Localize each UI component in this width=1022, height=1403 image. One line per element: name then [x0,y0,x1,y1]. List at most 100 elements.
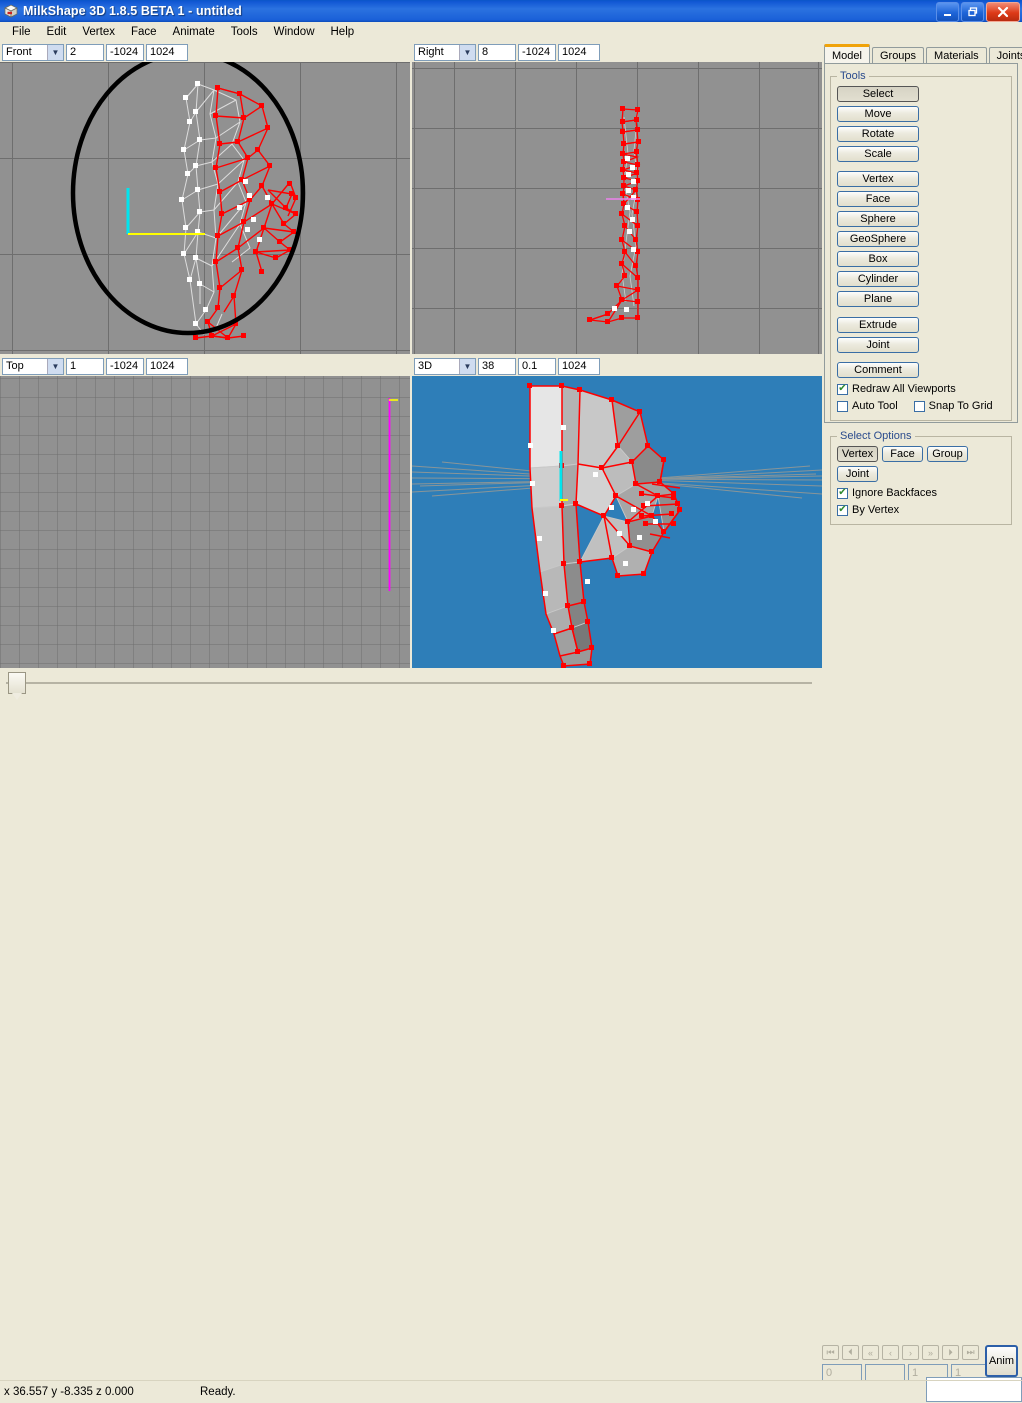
viewport-top-field2[interactable]: -1024 [106,357,144,375]
viewport-right-field1[interactable]: 8 [478,43,516,61]
by-vertex-checkbox[interactable] [837,504,848,516]
viewport-3d-field2[interactable]: 0.1 [518,357,556,375]
tools-button-grid: Select Move Rotate Scale [837,86,1005,162]
minimize-button[interactable] [936,2,959,22]
viewport-right-field3[interactable]: 1024 [558,43,600,61]
rotate-tool-button[interactable]: Rotate [837,126,919,142]
skip-to-start-button[interactable]: ⏮ [822,1345,839,1360]
viewport-3d-header: 3D ▼ 38 0.1 1024 [412,356,600,376]
viewport-top-field1[interactable]: 1 [66,357,104,375]
viewport-front-field3[interactable]: 1024 [146,43,188,61]
by-vertex-row[interactable]: By Vertex [837,504,1005,516]
chevron-down-icon: ▼ [459,44,475,60]
rewind-fast-button[interactable]: « [862,1345,879,1360]
viewport-right: Right ▼ 8 -1024 1024 [412,42,822,356]
menu-window[interactable]: Window [266,24,323,40]
viewport-front: Front ▼ 2 -1024 1024 [0,42,410,356]
viewport-front-view-label: Front [6,46,32,58]
select-group-button[interactable]: Group [927,446,968,462]
restore-button[interactable] [961,2,984,22]
viewport-3d-canvas[interactable] [412,376,822,668]
toolbox-tabs: Model Groups Materials Joints [824,44,1022,64]
select-joint-button[interactable]: Joint [837,466,878,482]
viewport-3d-view-select[interactable]: 3D ▼ [414,357,476,375]
cylinder-tool-button[interactable]: Cylinder [837,271,919,287]
title-bar: MilkShape 3D 1.8.5 BETA 1 - untitled [0,0,1022,22]
previous-keyframe-button[interactable]: ⏴ [842,1345,859,1360]
move-tool-button[interactable]: Move [837,106,919,122]
viewport-top-view-label: Top [6,360,24,372]
snap-to-grid-label: Snap To Grid [928,400,993,412]
frame-blank-field[interactable] [865,1364,905,1381]
extrude-tool-button[interactable]: Extrude [837,317,919,333]
timeline-scrubber-handle[interactable] [8,672,26,700]
select-tool-button[interactable]: Select [837,86,919,102]
sphere-tool-button[interactable]: Sphere [837,211,919,227]
menu-bar: File Edit Vertex Face Animate Tools Wind… [0,22,1022,43]
viewport-front-view-select[interactable]: Front ▼ [2,43,64,61]
animation-timeline-track[interactable] [6,682,812,684]
viewport-right-canvas[interactable] [412,62,822,354]
viewport-top-field3[interactable]: 1024 [146,357,188,375]
viewport-right-view-label: Right [418,46,444,58]
menu-vertex[interactable]: Vertex [74,24,123,40]
scale-tool-button[interactable]: Scale [837,146,919,162]
auto-tool-row[interactable]: Auto Tool [837,400,898,412]
ignore-backfaces-checkbox[interactable] [837,487,848,499]
window-title: MilkShape 3D 1.8.5 BETA 1 - untitled [23,4,242,18]
ignore-backfaces-row[interactable]: Ignore Backfaces [837,487,1005,499]
auto-tool-checkbox[interactable] [837,400,848,412]
menu-tools[interactable]: Tools [223,24,266,40]
joint-tool-button[interactable]: Joint [837,337,919,353]
step-forward-button[interactable]: › [902,1345,919,1360]
menu-help[interactable]: Help [323,24,363,40]
viewport-front-field1[interactable]: 2 [66,43,104,61]
menu-animate[interactable]: Animate [165,24,223,40]
viewport-top-header: Top ▼ 1 -1024 1024 [0,356,188,376]
milkshape-app-window: MilkShape 3D 1.8.5 BETA 1 - untitled Fil… [0,0,1022,1402]
menu-file[interactable]: File [4,24,39,40]
status-coordinates: x 36.557 y -8.335 z 0.000 [4,1386,134,1398]
tools-group-legend: Tools [840,70,866,82]
menu-edit[interactable]: Edit [39,24,75,40]
status-bar: x 36.557 y -8.335 z 0.000 Ready. [0,1380,1022,1403]
viewport-top-canvas[interactable] [0,376,410,668]
tab-materials[interactable]: Materials [926,47,987,64]
toolbox-tab-body: Tools Select Move Rotate Scale Vertex Fa… [824,63,1018,525]
select-face-button[interactable]: Face [882,446,923,462]
viewport-3d-view-label: 3D [418,360,433,372]
viewport-3d-field1[interactable]: 38 [478,357,516,375]
box-tool-button[interactable]: Box [837,251,919,267]
skip-to-end-button[interactable]: ⏭ [962,1345,979,1360]
viewport-3d-field3[interactable]: 1024 [558,357,600,375]
snap-to-grid-checkbox[interactable] [913,400,925,412]
chevron-down-icon: ▼ [47,358,63,374]
comment-button[interactable]: Comment [837,362,919,378]
viewport-top-view-select[interactable]: Top ▼ [2,357,64,375]
close-button[interactable] [986,2,1020,22]
snap-to-grid-row[interactable]: Snap To Grid [913,400,993,412]
tab-model[interactable]: Model [824,44,870,64]
toolbox-panel: Model Groups Materials Joints Tools Sele… [822,42,1022,670]
face-tool-button[interactable]: Face [837,191,919,207]
current-frame-field[interactable]: 0 [822,1364,862,1381]
anim-toggle-button[interactable]: Anim [985,1345,1018,1377]
tab-joints[interactable]: Joints [988,47,1022,64]
step-back-button[interactable]: ‹ [882,1345,899,1360]
ignore-backfaces-label: Ignore Backfaces [852,487,937,499]
next-keyframe-button[interactable]: ⏵ [942,1345,959,1360]
tab-groups[interactable]: Groups [871,47,925,64]
vertex-tool-button[interactable]: Vertex [837,171,919,187]
menu-face[interactable]: Face [123,24,165,40]
redraw-all-viewports-label: Redraw All Viewports [852,383,956,395]
select-vertex-button[interactable]: Vertex [837,446,878,462]
plane-tool-button[interactable]: Plane [837,291,919,307]
redraw-all-viewports-row[interactable]: Redraw All Viewports [837,383,1005,395]
geosphere-tool-button[interactable]: GeoSphere [837,231,919,247]
forward-fast-button[interactable]: » [922,1345,939,1360]
redraw-all-viewports-checkbox[interactable] [837,383,848,395]
viewport-right-view-select[interactable]: Right ▼ [414,43,476,61]
viewport-front-field2[interactable]: -1024 [106,43,144,61]
viewport-right-field2[interactable]: -1024 [518,43,556,61]
viewport-front-canvas[interactable] [0,62,410,354]
